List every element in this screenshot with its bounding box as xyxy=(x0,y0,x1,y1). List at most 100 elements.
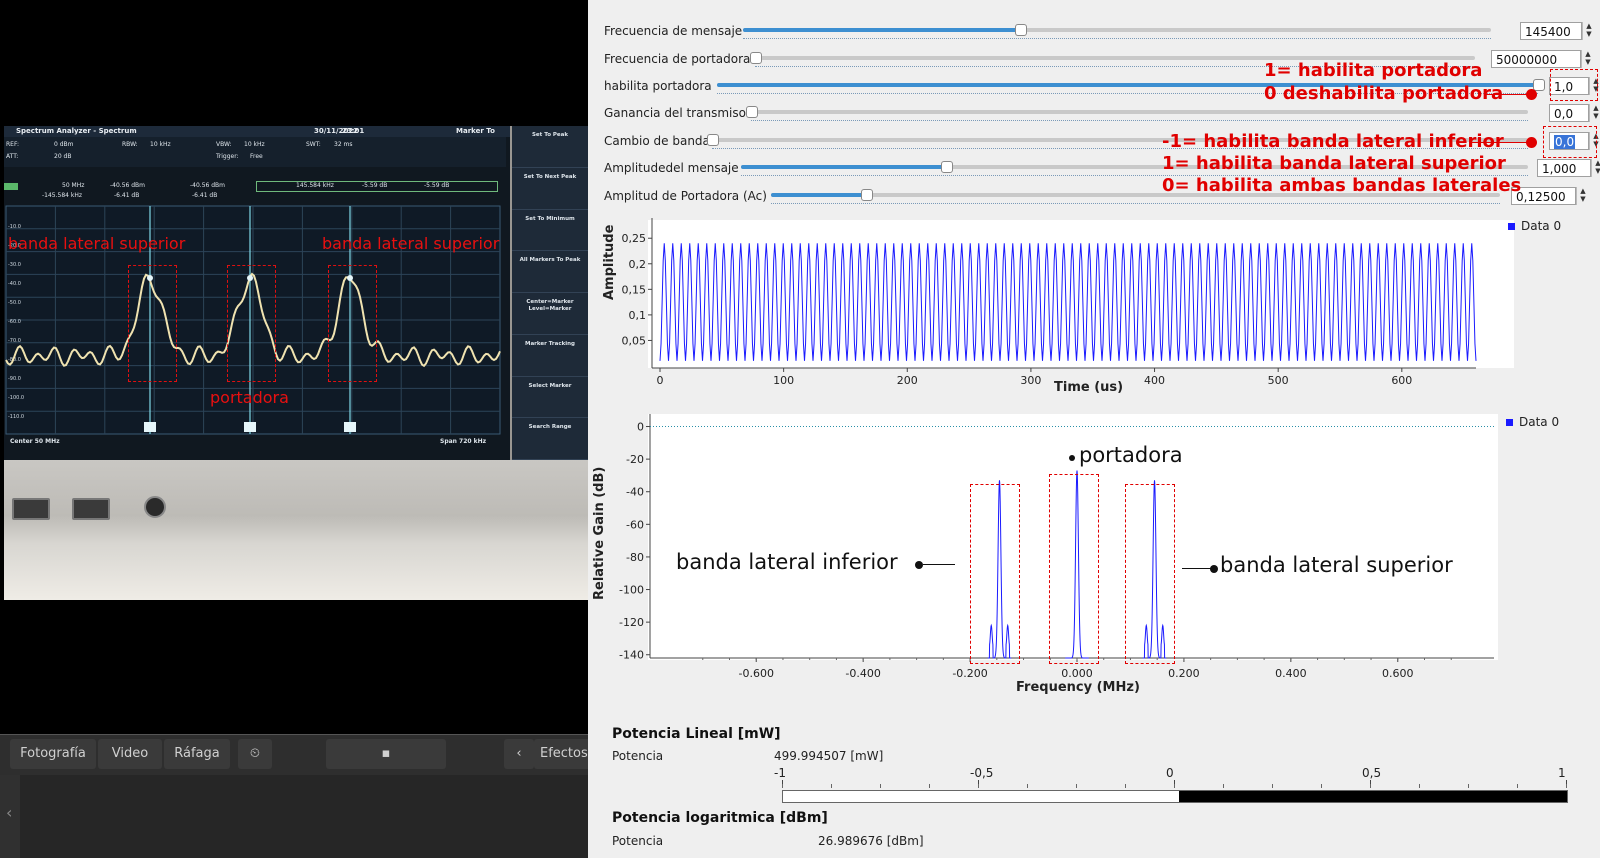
analyzer-softkey: Search Range xyxy=(512,418,588,460)
control-label: Amplitud de Portadora (Ac) xyxy=(604,189,767,203)
control-slider[interactable] xyxy=(743,24,1491,36)
effects-prev-button[interactable]: ‹ xyxy=(504,739,534,769)
bar-tick-label: 1 xyxy=(1558,766,1566,780)
highlight-box-center xyxy=(227,265,276,382)
y-tick-label: 0 xyxy=(637,421,644,434)
power-bar-fill xyxy=(1179,791,1567,802)
control-spinbox[interactable]: 1,000 xyxy=(1537,159,1591,177)
bar-minor-tick xyxy=(1321,784,1322,788)
x-tick-label: 0.000 xyxy=(1061,667,1093,680)
control-spinbox[interactable]: 145400 xyxy=(1520,22,1582,40)
slider-handle[interactable] xyxy=(860,189,873,201)
control-row-1: Frecuencia de mensaje 145400 ▲ ▼ xyxy=(588,22,1600,44)
m2-delta: -6.41 dB xyxy=(192,192,218,199)
analyzer-y-tick: -40.0 xyxy=(8,281,21,287)
annotation-band-both: 0= habilita ambas bandas laterales xyxy=(1162,175,1522,196)
video-mode-button[interactable]: Video xyxy=(98,739,162,769)
strip-scroll-left[interactable]: ‹ xyxy=(0,775,20,858)
slider-handle[interactable] xyxy=(746,106,758,118)
x-tick-label: 200 xyxy=(897,374,918,387)
slider-ticks xyxy=(743,36,1491,39)
legend-swatch xyxy=(1506,419,1513,426)
slider-ticks xyxy=(771,201,1500,204)
flowgraph-panel: Frecuencia de mensaje 145400 ▲ ▼ Frecuencia… xyxy=(588,0,1600,858)
annotation-carrier: portadora xyxy=(210,388,289,407)
analyzer-y-tick: -30.0 xyxy=(8,262,21,268)
analyzer-y-tick: -10.0 xyxy=(8,224,21,230)
bar-minor-tick xyxy=(1174,784,1175,788)
annotation-arrow-line xyxy=(1486,94,1528,95)
spin-arrows-icon[interactable]: ▲ ▼ xyxy=(1591,159,1600,177)
annotation-dot-icon xyxy=(1210,565,1218,573)
control-spinbox[interactable]: 0,0 xyxy=(1549,104,1589,122)
highlight-box-carrier xyxy=(1550,69,1598,101)
y-tick-label: -100 xyxy=(619,584,644,597)
x-tick-label: 300 xyxy=(1020,374,1041,387)
annotation-dot-icon xyxy=(1526,137,1537,148)
audio-jack-icon xyxy=(144,496,166,518)
bar-minor-tick xyxy=(1223,784,1224,788)
analyzer-center: Center 50 MHz xyxy=(10,438,60,445)
analyzer-softkey: Marker Tracking xyxy=(512,334,588,377)
spin-arrows-icon[interactable]: ▲ ▼ xyxy=(1589,104,1600,122)
x-tick-label: 0.200 xyxy=(1168,667,1200,680)
annotation-carrier-off: 0 deshabilita portadora xyxy=(1264,83,1504,104)
analyzer-softkey: Set To Minimum xyxy=(512,209,588,252)
analyzer-softkey: Set To Peak xyxy=(512,126,588,168)
spinbox-value: 0,0 xyxy=(1554,107,1574,121)
usb-port-icon xyxy=(12,498,50,520)
slider-handle[interactable] xyxy=(750,52,762,64)
x-tick-label: 400 xyxy=(1144,374,1165,387)
bar-tick-label: 0,5 xyxy=(1362,766,1382,780)
analyzer-bezel xyxy=(4,460,588,600)
x-tick-label: 0.600 xyxy=(1382,667,1414,680)
control-slider[interactable] xyxy=(746,106,1528,118)
capture-button[interactable]: ▪ xyxy=(326,739,446,769)
highlight-box-right xyxy=(328,265,377,382)
spinbox-value: 145400 xyxy=(1525,25,1571,39)
slider-handle[interactable] xyxy=(707,134,719,146)
spin-arrows-icon[interactable]: ▲ ▼ xyxy=(1576,187,1589,205)
spectrum-ylabel: Relative Gain (dB) xyxy=(592,466,607,600)
analyzer-span: Span 720 kHz xyxy=(440,438,487,445)
x-tick-label: 0 xyxy=(657,374,664,387)
annotation-lower-label: banda lateral inferior xyxy=(676,550,898,574)
rbw-value: 10 kHz xyxy=(150,141,171,148)
linear-power-label: Potencia xyxy=(612,749,664,763)
y-tick-label: -60 xyxy=(626,518,644,531)
highlight-box-upper-band xyxy=(1125,484,1175,664)
analyzer-y-tick: -50.0 xyxy=(8,300,21,306)
spectrum-xlabel: Frequency (MHz) xyxy=(1016,680,1140,695)
burst-mode-button[interactable]: Ráfaga xyxy=(164,739,230,769)
time-ylabel: Amplitude xyxy=(602,224,617,300)
photo-mode-button[interactable]: Fotografía xyxy=(10,739,96,769)
marker-flag-icon xyxy=(344,422,356,432)
y-tick-label: 0,2 xyxy=(629,258,647,271)
slider-handle[interactable] xyxy=(940,161,953,173)
slider-handle[interactable] xyxy=(1014,24,1027,36)
series-data-0 xyxy=(659,243,1477,361)
control-spinbox[interactable]: 50000000 xyxy=(1491,50,1581,68)
linear-power-value: 499.994507 [mW] xyxy=(774,749,884,763)
slider-fill xyxy=(771,193,866,197)
legend-swatch xyxy=(1508,223,1515,230)
effects-button[interactable]: Efectos xyxy=(534,739,588,769)
annotation-arrow-line xyxy=(923,564,955,565)
spin-arrows-icon[interactable]: ▲ ▼ xyxy=(1581,50,1594,68)
marker-table: 50 MHz -40.56 dBm -145.584 kHz -6.41 dB … xyxy=(4,181,506,203)
annotation-dot-icon xyxy=(915,561,923,569)
att-value: 20 dB xyxy=(54,153,72,160)
analyzer-screen: Spectrum Analyzer - Spectrum 30/11/2022 … xyxy=(4,126,588,460)
timer-button[interactable]: ⏲ xyxy=(238,739,272,769)
m3-level: -5.59 dB xyxy=(362,182,388,189)
y-tick-label: 0,25 xyxy=(622,232,647,245)
slider-fill xyxy=(743,28,1020,32)
timer-icon: ⏲ xyxy=(249,746,261,761)
spin-arrows-icon[interactable]: ▲ ▼ xyxy=(1582,22,1595,40)
y-tick-label: 0,1 xyxy=(629,309,647,322)
spectrum-legend: Data 0 xyxy=(1519,415,1560,429)
slider-ticks xyxy=(751,118,1528,121)
y-tick-label: -120 xyxy=(619,616,644,629)
chevron-left-icon: ‹ xyxy=(6,803,13,822)
bar-minor-tick xyxy=(782,784,783,788)
